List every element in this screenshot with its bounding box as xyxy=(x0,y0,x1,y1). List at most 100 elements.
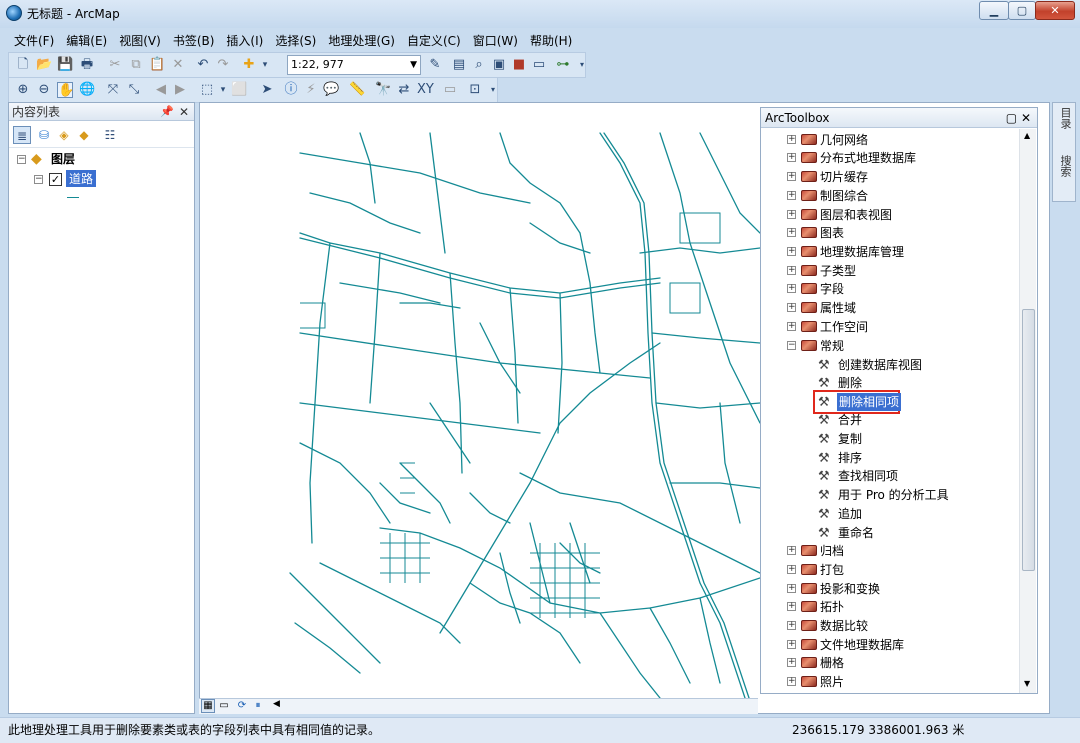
find-route-icon[interactable]: ⇄ xyxy=(396,82,412,98)
scroll-down-icon[interactable]: ▼ xyxy=(1024,679,1030,688)
arctoolbox-icon[interactable]: ▣ xyxy=(491,57,507,73)
menu-insert[interactable]: 插入(I) xyxy=(220,31,269,51)
next-extent-icon[interactable]: ▶ xyxy=(172,82,188,98)
list-by-drawing-order-icon[interactable]: ≣ xyxy=(13,126,31,144)
chevron-down-icon: ▼ xyxy=(410,60,417,70)
arctoolbox-title: ArcToolbox xyxy=(765,111,830,125)
search-window-icon[interactable]: ⌕ xyxy=(471,57,487,73)
menu-bookmarks[interactable]: 书签(B) xyxy=(167,31,221,51)
layers-root-label[interactable]: 图层 xyxy=(51,150,75,167)
print-icon[interactable]: 🖶 xyxy=(79,57,95,73)
title-bar: 无标题 - ArcMap ▁ ▢ ✕ xyxy=(0,0,1080,28)
menu-view[interactable]: 视图(V) xyxy=(113,31,167,51)
select-features-icon[interactable]: ⬚ xyxy=(199,82,215,98)
close-panel-icon[interactable]: ✕ xyxy=(1021,111,1031,125)
menu-bar: 文件(F) 编辑(E) 视图(V) 书签(B) 插入(I) 选择(S) 地理处理(G) 自定义… xyxy=(8,31,578,51)
scroll-up-icon[interactable]: ▲ xyxy=(1024,131,1030,140)
model-builder-icon[interactable]: ⊶ xyxy=(555,57,571,73)
menu-file[interactable]: 文件(F) xyxy=(8,31,60,51)
toolbox-scrollbar[interactable]: ▲ ▼ xyxy=(1019,129,1036,693)
layer-collapse-icon[interactable]: − xyxy=(34,175,43,184)
toolbar-options-2-icon[interactable]: ▾ xyxy=(485,82,501,98)
zoom-out-icon[interactable]: ⊖ xyxy=(36,82,52,98)
zoom-in-icon[interactable]: ⊕ xyxy=(15,82,31,98)
pin-icon[interactable]: 📌 xyxy=(160,103,174,121)
paste-icon[interactable]: 📋 xyxy=(149,57,165,73)
table-of-contents-panel: 内容列表 📌 ✕ ≣ ⛁ ◈ ◆ ☷ − ◆ 图层 − ✓ 道路 xyxy=(8,102,195,714)
maximize-button[interactable]: ▢ xyxy=(1008,1,1036,20)
clear-selection-icon[interactable]: ⬜ xyxy=(231,82,247,98)
command-line-icon[interactable]: ▭ xyxy=(531,57,547,73)
find-icon[interactable]: 🔭 xyxy=(375,82,391,98)
fixed-zoom-out-icon[interactable]: ⤡ xyxy=(126,82,142,98)
menu-geoprocessing[interactable]: 地理处理(G) xyxy=(322,31,401,51)
panel-buttons: ▢ ✕ xyxy=(1006,108,1031,128)
layout-view-icon[interactable]: ▭ xyxy=(217,699,231,713)
select-elements-icon[interactable]: ➤ xyxy=(259,82,275,98)
select-dropdown-icon[interactable]: ▾ xyxy=(215,82,231,98)
copy-icon[interactable]: ⧉ xyxy=(128,57,144,73)
menu-customize[interactable]: 自定义(C) xyxy=(401,31,467,51)
go-to-xy-icon[interactable]: XY xyxy=(417,82,434,98)
arctoolbox-panel: ArcToolbox ▢ ✕ ▲ ▼ + 几何网络 + 分布式地理数据库 + 切片缓存… xyxy=(760,107,1038,694)
toc-header: 内容列表 📌 ✕ xyxy=(9,103,194,121)
undo-icon[interactable]: ↶ xyxy=(195,57,211,73)
python-window-icon[interactable]: ■ xyxy=(511,57,527,73)
html-popup-icon[interactable]: 💬 xyxy=(323,82,339,98)
delete-icon[interactable]: ✕ xyxy=(170,57,186,73)
toc-options-icon[interactable]: ☷ xyxy=(101,126,119,144)
hyperlink-icon[interactable]: ⚡ xyxy=(303,82,319,98)
layer-road-label[interactable]: 道路 xyxy=(66,170,97,187)
toc-toolbar: ≣ ⛁ ◈ ◆ ☷ xyxy=(9,122,194,148)
menu-windows[interactable]: 窗口(W) xyxy=(467,31,524,51)
arctoolbox-header: ArcToolbox ▢ ✕ xyxy=(761,108,1037,128)
refresh-icon[interactable]: ⟳ xyxy=(235,699,249,713)
toc-close-icon[interactable]: ✕ xyxy=(179,103,189,121)
minimize-button[interactable]: ▁ xyxy=(979,1,1009,20)
add-data-icon[interactable]: ✚ xyxy=(241,57,257,73)
save-icon[interactable]: 💾 xyxy=(57,57,73,73)
layers-collapse-icon[interactable]: − xyxy=(17,155,26,164)
list-by-visibility-icon[interactable]: ◈ xyxy=(55,126,73,144)
previous-extent-icon[interactable]: ◀ xyxy=(153,82,169,98)
catalog-window-icon[interactable]: ▤ xyxy=(451,57,467,73)
arcmap-icon xyxy=(6,5,22,21)
map-scale-value: 1:22, 977 xyxy=(291,58,344,71)
add-data-dropdown-icon[interactable]: ▾ xyxy=(257,57,273,73)
side-tab-catalog[interactable]: 目录 xyxy=(1055,107,1073,129)
identify-icon[interactable]: ⓘ xyxy=(283,82,299,98)
map-scale-select[interactable]: 1:22, 977 ▼ xyxy=(287,55,421,75)
road-network-map xyxy=(289,132,760,698)
scroll-left-icon[interactable]: ◀ xyxy=(273,699,280,709)
time-slider-icon[interactable]: ▭ xyxy=(442,82,458,98)
editor-toolbar-icon[interactable]: ✎ xyxy=(427,57,443,73)
close-button[interactable]: ✕ xyxy=(1035,1,1075,20)
open-icon[interactable]: 📂 xyxy=(36,57,52,73)
menu-edit[interactable]: 编辑(E) xyxy=(60,31,113,51)
measure-icon[interactable]: 📏 xyxy=(349,82,365,98)
list-by-source-icon[interactable]: ⛁ xyxy=(35,126,53,144)
pan-icon[interactable]: ✋ xyxy=(57,82,74,98)
menu-selection[interactable]: 选择(S) xyxy=(269,31,322,51)
layer-symbol-line xyxy=(67,197,79,198)
side-dock: 目录 搜索 xyxy=(1052,102,1076,202)
map-view-bar: ▦ ▭ ⟳ ⏸ ◀ xyxy=(199,698,758,714)
layers-icon: ◆ xyxy=(31,151,42,167)
cut-icon[interactable]: ✂ xyxy=(107,57,123,73)
new-document-icon[interactable]: 🗋 xyxy=(15,57,31,73)
layer-visibility-checkbox[interactable]: ✓ xyxy=(49,173,62,186)
scrollbar-thumb[interactable] xyxy=(1022,309,1035,571)
full-extent-icon[interactable]: 🌐 xyxy=(79,82,95,98)
data-view-icon[interactable]: ▦ xyxy=(201,699,215,713)
fixed-zoom-in-icon[interactable]: ⤧ xyxy=(105,82,121,98)
redo-icon[interactable]: ↷ xyxy=(215,57,231,73)
toolbar-options-icon[interactable]: ▾ xyxy=(574,57,590,73)
toc-title: 内容列表 xyxy=(12,105,61,119)
side-tab-search[interactable]: 搜索 xyxy=(1055,155,1073,177)
maximize-panel-icon[interactable]: ▢ xyxy=(1006,111,1017,125)
list-by-selection-icon[interactable]: ◆ xyxy=(75,126,93,144)
pause-drawing-icon[interactable]: ⏸ xyxy=(251,699,265,713)
menu-help[interactable]: 帮助(H) xyxy=(524,31,578,51)
coordinates-readout: 236615.179 3386001.963 米 xyxy=(792,723,965,737)
create-viewer-icon[interactable]: ⊡ xyxy=(467,82,483,98)
